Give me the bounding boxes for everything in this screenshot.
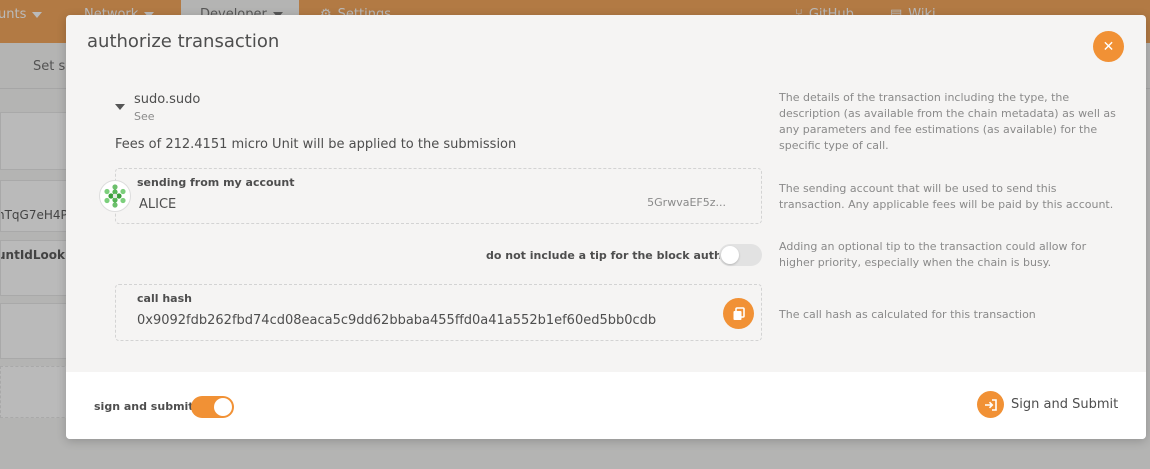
call-hash-label: call hash (137, 292, 192, 305)
close-icon: ✕ (1102, 38, 1115, 55)
call-hash-help-text: The call hash as calculated for this tra… (779, 308, 1036, 321)
sign-and-submit-label: sign and submit (94, 400, 194, 413)
tip-toggle[interactable] (719, 244, 762, 266)
call-hash-field: call hash 0x9092fdb262fbd74cd08eaca5c9dd… (115, 284, 762, 341)
call-help-text: The details of the transaction including… (779, 91, 1116, 152)
copy-button[interactable] (723, 298, 754, 329)
sign-and-submit-toggle[interactable] (191, 396, 234, 418)
account-name: ALICE (139, 197, 177, 212)
toggle-knob (214, 398, 232, 416)
account-avatar-icon (99, 180, 131, 212)
sign-and-submit-button[interactable]: Sign and Submit (977, 391, 1118, 418)
call-name: sudo.sudo (134, 92, 201, 107)
copy-icon (733, 306, 745, 320)
call-hash-value: 0x9092fdb262fbd74cd08eaca5c9dd62bbaba455… (137, 313, 657, 328)
sign-in-icon (977, 391, 1004, 418)
account-help-text: The sending account that will be used to… (779, 182, 1114, 211)
tip-label: do not include a tip for the block autho… (486, 249, 735, 262)
account-field-label: sending from my account (137, 176, 295, 189)
sending-account-field[interactable]: sending from my account ALICE 5GrwvaEF5z… (115, 168, 762, 224)
close-button[interactable]: ✕ (1093, 31, 1124, 62)
authorize-transaction-modal: authorize transaction ✕ sudo.sudo See Fe… (66, 15, 1146, 439)
submit-button-label: Sign and Submit (1011, 397, 1119, 412)
expand-icon[interactable] (115, 104, 125, 110)
modal-title: authorize transaction (87, 31, 280, 52)
fees-text: Fees of 212.4151 micro Unit will be appl… (115, 137, 517, 152)
account-address: 5GrwvaEF5z... (647, 196, 726, 209)
tip-help-text: Adding an optional tip to the transactio… (779, 240, 1087, 269)
call-see-link[interactable]: See (134, 110, 155, 123)
toggle-knob (721, 246, 739, 264)
modal-footer: sign and submit Sign and Submit (66, 372, 1146, 439)
